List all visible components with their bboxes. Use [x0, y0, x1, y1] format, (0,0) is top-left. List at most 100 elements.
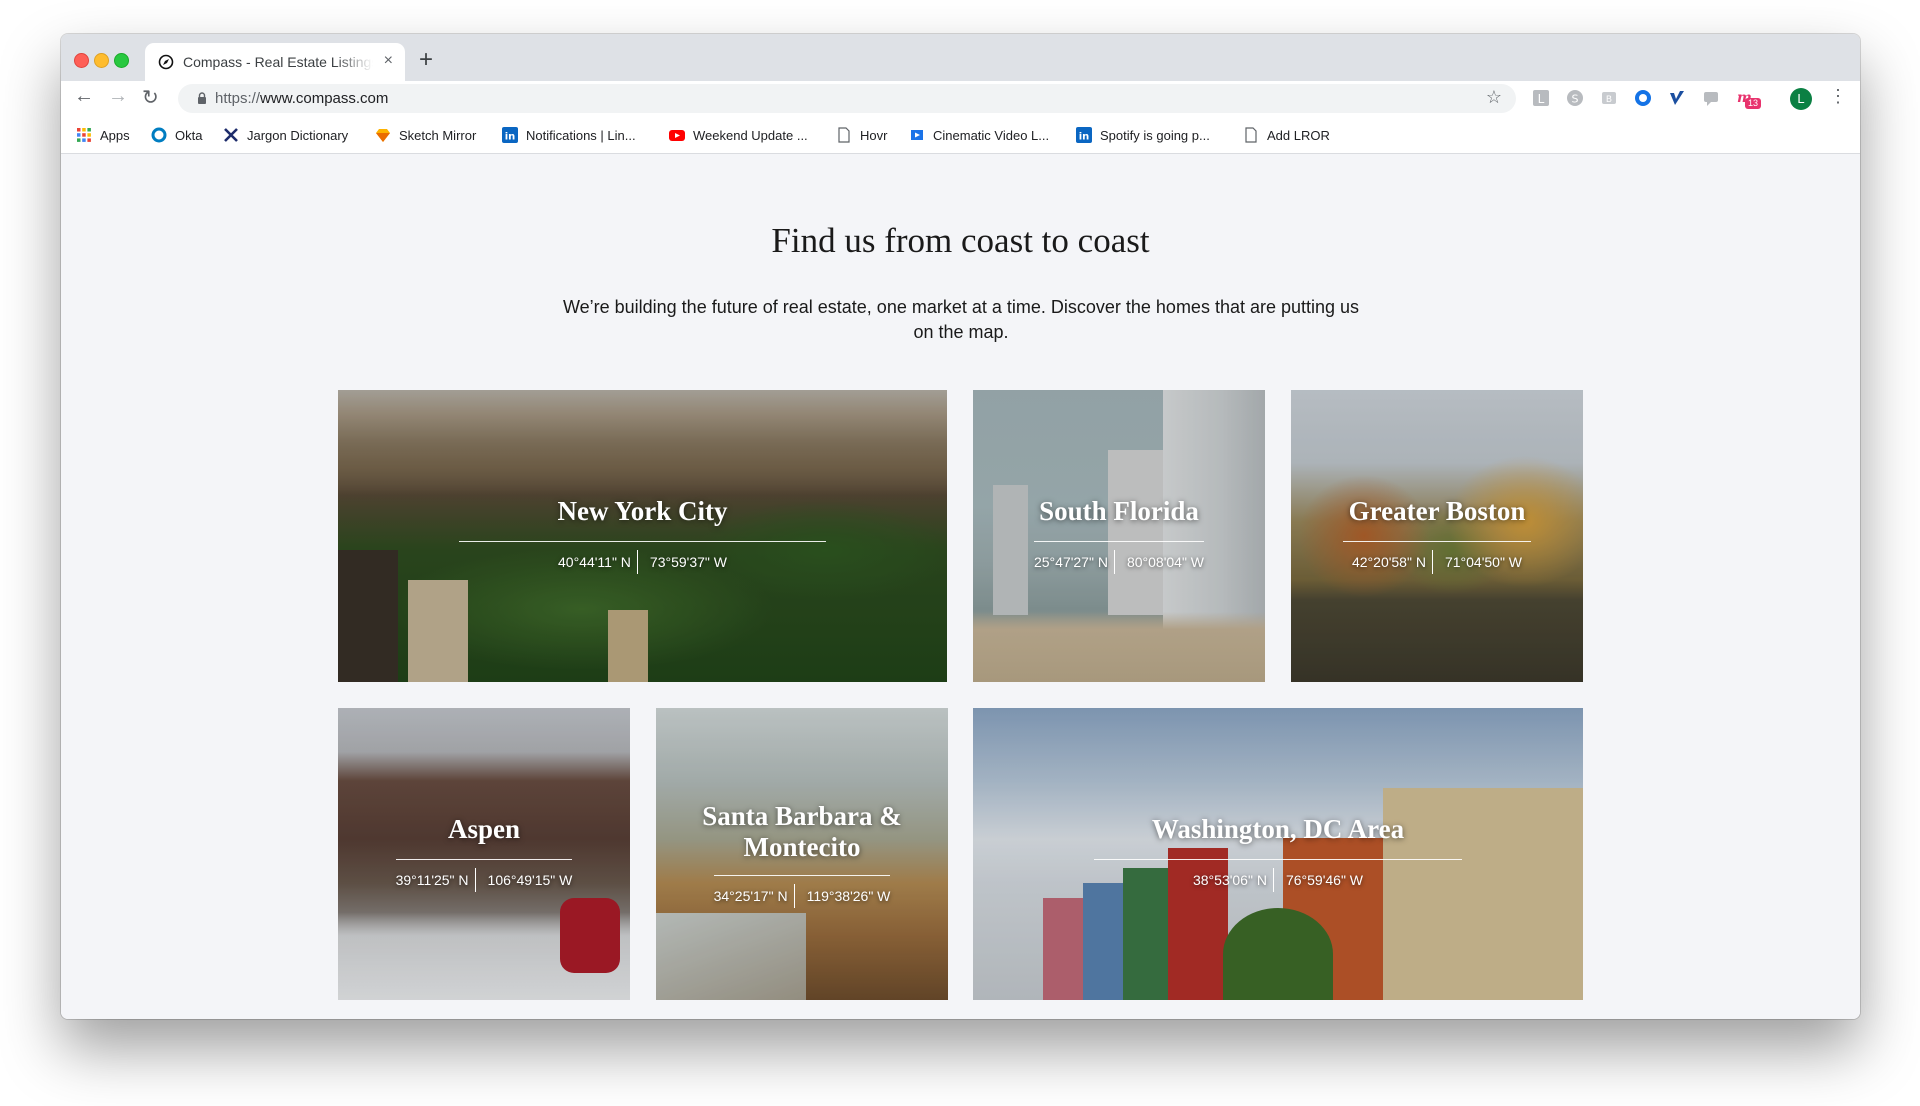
svg-text:S: S: [1572, 93, 1579, 106]
bookmark-label: Apps: [100, 127, 130, 143]
bookmark-label: Add LROR: [1267, 127, 1330, 143]
market-name: Washington, DC Area: [1151, 814, 1405, 844]
apps-grid-icon: [77, 128, 91, 142]
bookmark-spotify-linkedin[interactable]: in Spotify is going p...: [1076, 125, 1210, 145]
linkedin-icon: in: [502, 127, 518, 143]
market-coordinates: 40°44'11" N 73°59'37" W: [338, 550, 947, 574]
profile-avatar[interactable]: L: [1790, 88, 1812, 110]
card-overlay: [1291, 390, 1583, 682]
market-card-new-york[interactable]: New York City 40°44'11" N 73°59'37" W: [338, 390, 947, 682]
market-coordinates: 25°47'27" N 80°08'04" W: [973, 550, 1265, 574]
bookmark-cinematic-video[interactable]: Cinematic Video L...: [909, 125, 1049, 145]
card-divider: [714, 875, 890, 876]
bookmark-label: Jargon Dictionary: [247, 127, 349, 143]
card-overlay: [973, 708, 1583, 1000]
okta-icon: [151, 127, 167, 143]
lock-icon: [198, 92, 206, 104]
ext-l-icon[interactable]: L: [1531, 88, 1551, 108]
card-overlay: [338, 390, 947, 682]
market-name: Greater Boston: [1348, 496, 1526, 526]
bookmark-sketch[interactable]: Sketch Mirror: [375, 125, 476, 145]
market-longitude: 106°49'15" W: [487, 872, 573, 888]
bookmark-label: Weekend Update ...: [693, 127, 808, 143]
bookmark-label: Hovr: [860, 127, 888, 143]
bookmark-apps[interactable]: Apps: [76, 125, 130, 145]
card-divider: [459, 541, 826, 542]
coord-separator: [474, 868, 476, 892]
market-name: Santa Barbara & Montecito: [702, 801, 902, 862]
new-tab-button[interactable]: +: [419, 46, 433, 74]
coord-separator: [1113, 550, 1115, 574]
market-longitude: 76°59'46" W: [1285, 872, 1364, 888]
ext-badge: 13: [1745, 98, 1762, 109]
market-latitude: 39°11'25" N: [395, 872, 469, 888]
reload-button[interactable]: ↻: [142, 85, 159, 110]
market-longitude: 73°59'37" W: [649, 554, 727, 570]
market-card-aspen[interactable]: Aspen 39°11'25" N 106°49'15" W: [338, 708, 630, 1000]
bookmark-hovr[interactable]: Hovr: [836, 125, 887, 145]
market-coordinates: 34°25'17" N 119°38'26" W: [656, 884, 948, 908]
market-card-south-florida[interactable]: South Florida 25°47'27" N 80°08'04" W: [973, 390, 1265, 682]
forward-button[interactable]: →: [108, 85, 128, 108]
maximize-window-button[interactable]: [114, 53, 129, 68]
minimize-window-button[interactable]: [94, 53, 109, 68]
ext-chat-icon[interactable]: [1701, 88, 1721, 108]
bookmark-label: Okta: [175, 127, 203, 143]
bookmark-label: Cinematic Video L...: [933, 127, 1050, 143]
back-button[interactable]: ←: [74, 85, 94, 108]
tab-title: Compass - Real Estate Listings: [183, 54, 373, 70]
ext-vimeo-icon[interactable]: [1667, 88, 1687, 108]
tab-compass[interactable]: Compass - Real Estate Listings ×: [145, 43, 405, 81]
card-overlay: [338, 708, 630, 1000]
linkedin-icon: in: [1076, 127, 1092, 143]
tab-strip: Compass - Real Estate Listings × +: [61, 34, 1860, 81]
card-overlay: [973, 390, 1265, 682]
bookmark-star-icon[interactable]: ☆: [1486, 87, 1502, 108]
market-coordinates: 42°20'58" N 71°04'50" W: [1291, 550, 1583, 574]
ext-skype-icon[interactable]: S: [1565, 88, 1585, 108]
market-latitude: 42°20'58" N: [1351, 554, 1426, 570]
ext-circle-icon[interactable]: [1633, 88, 1653, 108]
page-subtitle: We’re building the future of real estate…: [562, 297, 1360, 342]
coord-separator: [1272, 868, 1274, 892]
bookmark-add-lror[interactable]: Add LROR: [1243, 125, 1330, 145]
video-icon: [911, 130, 923, 140]
card-divider: [1094, 859, 1462, 860]
market-longitude: 119°38'26" W: [806, 888, 891, 904]
bookmarks-bar: Apps Okta Jargon Dictionary Sketch Mirro…: [61, 116, 1860, 154]
market-card-washington-dc[interactable]: Washington, DC Area 38°53'06" N 76°59'46…: [973, 708, 1583, 1000]
url-text: https://www.compass.com: [215, 90, 388, 107]
bookmark-weekend-update[interactable]: Weekend Update ...: [669, 125, 808, 145]
market-latitude: 38°53'06" N: [1192, 872, 1267, 888]
sketch-icon: [376, 129, 390, 142]
bookmark-linkedin-notifications[interactable]: in Notifications | Lin...: [502, 125, 636, 145]
page-icon: [1245, 127, 1257, 143]
coord-separator: [1431, 550, 1433, 574]
bookmark-label: Sketch Mirror: [399, 127, 477, 143]
bookmark-jargon[interactable]: Jargon Dictionary: [223, 125, 348, 145]
url-scheme: https://: [215, 90, 261, 107]
market-card-greater-boston[interactable]: Greater Boston 42°20'58" N 71°04'50" W: [1291, 390, 1583, 682]
ext-b-icon[interactable]: B: [1599, 88, 1619, 108]
jargon-icon: [224, 128, 238, 142]
market-longitude: 71°04'50" W: [1444, 554, 1523, 570]
bookmark-label: Spotify is going p...: [1100, 127, 1210, 143]
close-window-button[interactable]: [74, 53, 89, 68]
bookmark-label: Notifications | Lin...: [526, 127, 636, 143]
bookmark-okta[interactable]: Okta: [151, 125, 202, 145]
browser-menu-button[interactable]: ⋮: [1829, 86, 1847, 107]
youtube-icon: [669, 130, 685, 141]
page-title: Find us from coast to coast: [771, 221, 1150, 260]
market-latitude: 25°47'27" N: [1033, 554, 1108, 570]
card-divider: [396, 859, 572, 860]
close-tab-icon[interactable]: ×: [384, 52, 393, 70]
ext-notification-icon[interactable]: m 13: [1735, 88, 1762, 109]
market-latitude: 34°25'17" N: [713, 888, 788, 904]
coord-separator: [793, 884, 795, 908]
url-host: www.compass.com: [260, 90, 389, 107]
browser-window: Compass - Real Estate Listings × + ← → ↻…: [61, 34, 1860, 1019]
market-latitude: 40°44'11" N: [558, 554, 631, 570]
address-bar[interactable]: https://www.compass.com ☆: [178, 84, 1516, 113]
svg-text:in: in: [1079, 132, 1090, 143]
market-card-santa-barbara[interactable]: Santa Barbara & Montecito 34°25'17" N 11…: [656, 708, 948, 1000]
